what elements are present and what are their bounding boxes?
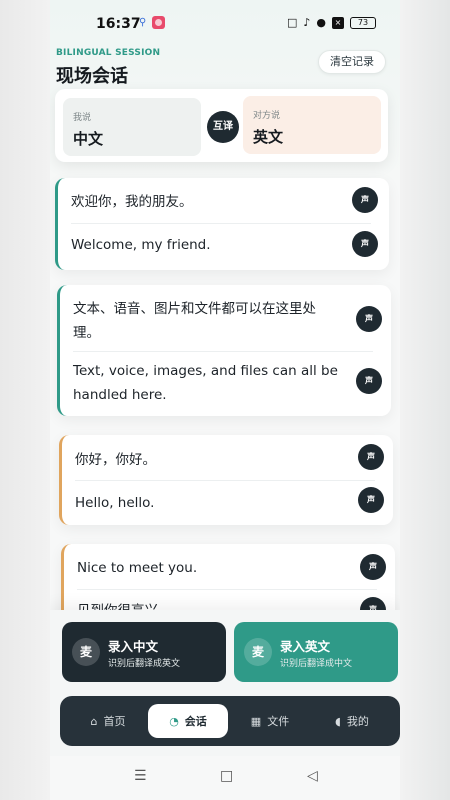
record-english-title: 录入英文	[280, 639, 331, 654]
message-divider	[75, 480, 375, 481]
message-card: 文本、语音、图片和文件都可以在这里处 理。 声 Text, voice, ima…	[57, 285, 391, 416]
mic-icon: 麦	[244, 638, 272, 666]
message-source: Nice to meet you.	[77, 560, 198, 576]
nav-item-files[interactable]: ▦ 文件	[230, 704, 310, 738]
user-icon: ◖	[335, 714, 341, 728]
sim-icon: ×	[332, 16, 344, 29]
play-voice-button[interactable]: 声	[360, 554, 386, 580]
nav-item-profile[interactable]: ◖ 我的	[312, 704, 392, 738]
system-nav: ☰ □ ◁	[50, 756, 400, 800]
message-translation: Welcome, my friend.	[71, 237, 211, 253]
play-voice-button[interactable]: 声	[352, 187, 378, 213]
other-language-panel[interactable]: 对方说 英文	[243, 96, 381, 154]
message-source: 你好，你好。	[75, 452, 156, 468]
message-source: 文本、语音、图片和文件都可以在这里处	[73, 301, 316, 317]
mute-icon: ♪	[303, 16, 311, 29]
nav-item-label: 我的	[346, 715, 369, 728]
record-panel: 麦 录入中文 识别后翻译成英文 麦 录入英文 识别后翻译成中文	[50, 610, 400, 690]
app-icon	[152, 16, 165, 29]
home-square-icon[interactable]: □	[220, 768, 233, 784]
language-card: 我说 中文 互译 对方说 英文	[55, 89, 388, 162]
play-voice-button[interactable]: 声	[358, 444, 384, 470]
phone-screen: 16:37 ⚲ □ ♪ ● × 73 BILINGUAL SESSION 现场会…	[50, 0, 400, 800]
bottom-nav: ⌂ 首页 ◔ 会话 ▦ 文件 ◖ 我的	[60, 696, 400, 746]
message-divider	[71, 223, 371, 224]
page-title: 现场会话	[56, 66, 128, 87]
my-language-name: 中文	[73, 130, 104, 148]
search-icon: ⚲	[139, 17, 147, 28]
clear-records-button[interactable]: 清空记录	[318, 50, 386, 74]
record-english-subtitle: 识别后翻译成中文	[280, 659, 353, 669]
file-icon: ▦	[250, 714, 262, 728]
record-chinese-subtitle: 识别后翻译成英文	[108, 659, 181, 669]
message-divider	[77, 589, 377, 590]
wifi-icon: ●	[316, 16, 326, 29]
status-bar: 16:37 ⚲ □ ♪ ● × 73	[50, 12, 400, 36]
record-chinese-title: 录入中文	[108, 639, 159, 654]
message-card: 欢迎你，我的朋友。 声 Welcome, my friend. 声	[55, 178, 389, 270]
nav-item-label: 首页	[103, 715, 126, 728]
message-translation: handled here.	[73, 387, 167, 403]
other-language-name: 英文	[253, 128, 284, 146]
session-tag: BILINGUAL SESSION	[56, 48, 161, 58]
my-language-panel[interactable]: 我说 中文	[63, 98, 201, 156]
other-language-caption: 对方说	[253, 111, 281, 121]
battery-icon: 73	[350, 16, 376, 29]
play-voice-button[interactable]: 声	[356, 368, 382, 394]
background-left	[0, 0, 50, 800]
message-card: 你好，你好。 声 Hello, hello. 声	[59, 435, 393, 525]
swap-languages-button[interactable]: 互译	[207, 111, 239, 143]
mic-icon: 麦	[72, 638, 100, 666]
nav-item-home[interactable]: ⌂ 首页	[68, 704, 148, 738]
chat-icon: ◔	[169, 714, 179, 728]
nav-wrapper: ⌂ 首页 ◔ 会话 ▦ 文件 ◖ 我的	[50, 690, 400, 756]
nfc-icon: □	[286, 16, 298, 29]
message-translation: Text, voice, images, and files can all b…	[73, 363, 338, 379]
play-voice-button[interactable]: 声	[358, 487, 384, 513]
record-english-button[interactable]: 麦 录入英文 识别后翻译成中文	[234, 622, 398, 682]
play-voice-button[interactable]: 声	[352, 231, 378, 257]
play-voice-button[interactable]: 声	[356, 306, 382, 332]
my-language-caption: 我说	[73, 113, 92, 123]
status-icons: □ ♪ ● × 73	[287, 16, 376, 29]
nav-item-session[interactable]: ◔ 会话	[148, 704, 228, 738]
message-translation: Hello, hello.	[75, 495, 155, 511]
home-icon: ⌂	[90, 714, 98, 728]
nav-item-label: 会话	[184, 715, 207, 728]
background-right	[400, 0, 450, 800]
back-icon[interactable]: ◁	[307, 768, 318, 784]
record-chinese-button[interactable]: 麦 录入中文 识别后翻译成英文	[62, 622, 226, 682]
battery-level: 73	[357, 17, 369, 27]
message-divider	[73, 351, 373, 352]
status-time: 16:37	[96, 16, 141, 32]
nav-item-label: 文件	[267, 715, 290, 728]
message-source: 欢迎你，我的朋友。	[71, 194, 193, 210]
message-source: 理。	[73, 325, 100, 341]
menu-icon[interactable]: ☰	[134, 768, 147, 784]
